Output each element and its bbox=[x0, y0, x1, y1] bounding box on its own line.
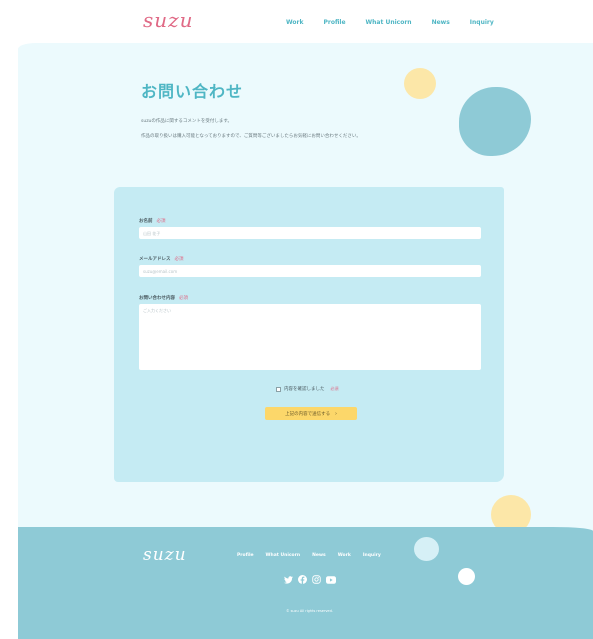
decor-circle-white bbox=[458, 568, 475, 585]
email-label-text: メールアドレス bbox=[139, 257, 171, 262]
nav-news[interactable]: News bbox=[432, 19, 450, 26]
chevron-right-icon: › bbox=[335, 410, 337, 417]
footer-nav-what-unicorn[interactable]: What Unicorn bbox=[266, 553, 301, 558]
youtube-icon[interactable] bbox=[326, 575, 336, 584]
nav-what-unicorn[interactable]: What Unicorn bbox=[366, 19, 412, 26]
footer-nav-profile[interactable]: Profile bbox=[237, 553, 254, 558]
nav-profile[interactable]: Profile bbox=[323, 19, 345, 26]
confirm-row: 内容を確認しました 必須 bbox=[276, 386, 339, 392]
decor-circle-lightblue bbox=[414, 537, 439, 561]
required-badge: 必須 bbox=[156, 219, 166, 224]
nav-work[interactable]: Work bbox=[286, 19, 303, 26]
message-label-text: お問い合わせ内容 bbox=[139, 296, 175, 301]
footer-nav-work[interactable]: Work bbox=[338, 553, 351, 558]
message-label: お問い合わせ内容 必須 bbox=[139, 295, 188, 301]
required-badge: 必須 bbox=[174, 257, 184, 262]
submit-button-label: 上記の内容で送信する bbox=[285, 410, 331, 416]
submit-button[interactable]: 上記の内容で送信する › bbox=[265, 407, 357, 420]
site-header: suzu Work Profile What Unicorn News Inqu… bbox=[0, 0, 593, 46]
instagram-icon[interactable] bbox=[312, 575, 321, 584]
required-badge: 必須 bbox=[330, 386, 339, 391]
nav-inquiry[interactable]: Inquiry bbox=[470, 19, 494, 26]
site-logo[interactable]: suzu bbox=[143, 8, 194, 32]
name-input[interactable] bbox=[139, 227, 481, 239]
footer-nav: Profile What Unicorn News Work Inquiry bbox=[237, 553, 381, 558]
footer-nav-news[interactable]: News bbox=[312, 553, 326, 558]
name-label: お名前 必須 bbox=[139, 218, 166, 224]
page-title: お問い合わせ bbox=[141, 82, 244, 101]
social-links bbox=[284, 575, 336, 584]
decor-circle-yellow bbox=[404, 68, 436, 99]
main-nav: Work Profile What Unicorn News Inquiry bbox=[286, 19, 494, 26]
confirm-checkbox[interactable] bbox=[276, 386, 281, 392]
required-badge: 必須 bbox=[179, 296, 188, 301]
email-input[interactable] bbox=[139, 265, 481, 277]
copyright: © suzu All rights reserved. bbox=[286, 609, 333, 613]
page-description-1: suzuの作品に関するコメントを受付します。 bbox=[141, 119, 232, 124]
confirm-label: 内容を確認しました bbox=[284, 387, 325, 392]
page-description-2: 作品の取り扱いは購入可能となっておりますので、ご質問等ございましたらお気軽にお問… bbox=[141, 134, 361, 139]
twitter-icon[interactable] bbox=[284, 575, 293, 584]
message-textarea[interactable] bbox=[139, 304, 481, 370]
email-label: メールアドレス 必須 bbox=[139, 256, 184, 262]
footer-nav-inquiry[interactable]: Inquiry bbox=[363, 553, 381, 558]
name-label-text: お名前 bbox=[139, 219, 153, 224]
facebook-icon[interactable] bbox=[298, 575, 307, 584]
footer-logo[interactable]: suzu bbox=[143, 545, 187, 565]
